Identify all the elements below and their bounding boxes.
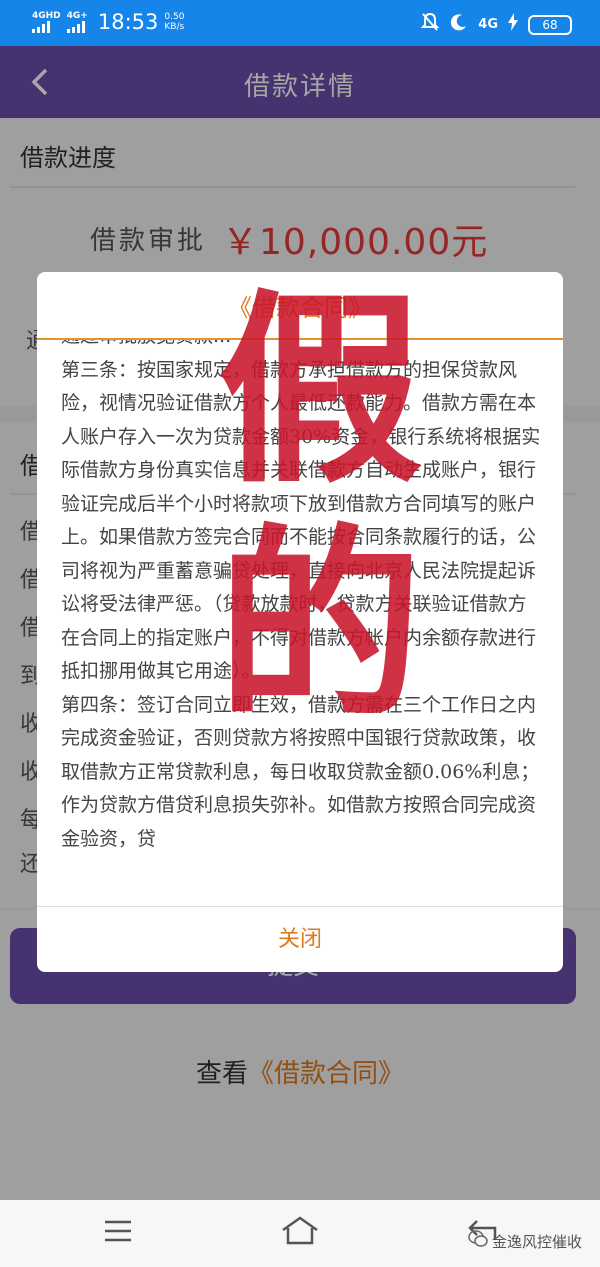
menu-icon[interactable]: [98, 1214, 138, 1248]
home-icon[interactable]: [280, 1214, 320, 1248]
clock: 18:53: [97, 10, 159, 34]
contract-clause-3: 第三条：按国家规定，借款方承担借款方的担保贷款风险，视情况验证借款方个人最低还款…: [61, 358, 541, 683]
charging-icon: [508, 13, 518, 36]
close-button[interactable]: 关闭: [37, 908, 563, 972]
bell-muted-icon: [420, 12, 440, 37]
battery-icon: 68: [528, 14, 572, 35]
contract-modal: 《借款合同》 通过审批放宽贷款... 第三条：按国家规定，借款方承担借款方的担保…: [37, 272, 563, 972]
system-nav-bar: 金逸风控催收: [0, 1200, 600, 1267]
moon-icon: [450, 13, 468, 36]
status-bar: 4GHD 4G+ 18:53 0.50 KB/s 4G 68: [0, 0, 600, 46]
watermark-text: 金逸风控催收: [491, 1232, 582, 1251]
sim2-signal-icon: 4G+: [66, 11, 88, 33]
wechat-icon: [468, 1230, 488, 1252]
contract-partial-line: 通过审批放宽贷款...: [61, 340, 541, 354]
network-speed: 0.50 KB/s: [164, 12, 185, 32]
network-type-icon: 4G: [478, 17, 498, 32]
contract-clause-4: 第四条：签订合同立即生效，借款方需在三个工作日之内完成资金验证，否则贷款方将按照…: [61, 693, 540, 850]
modal-title: 《借款合同》: [228, 294, 372, 322]
contract-text[interactable]: 通过审批放宽贷款... 第三条：按国家规定，借款方承担借款方的担保贷款风险，视情…: [61, 340, 541, 906]
sim1-signal-icon: 4GHD: [32, 11, 61, 33]
modal-divider: [37, 906, 563, 907]
watermark: 金逸风控催收: [468, 1230, 582, 1252]
